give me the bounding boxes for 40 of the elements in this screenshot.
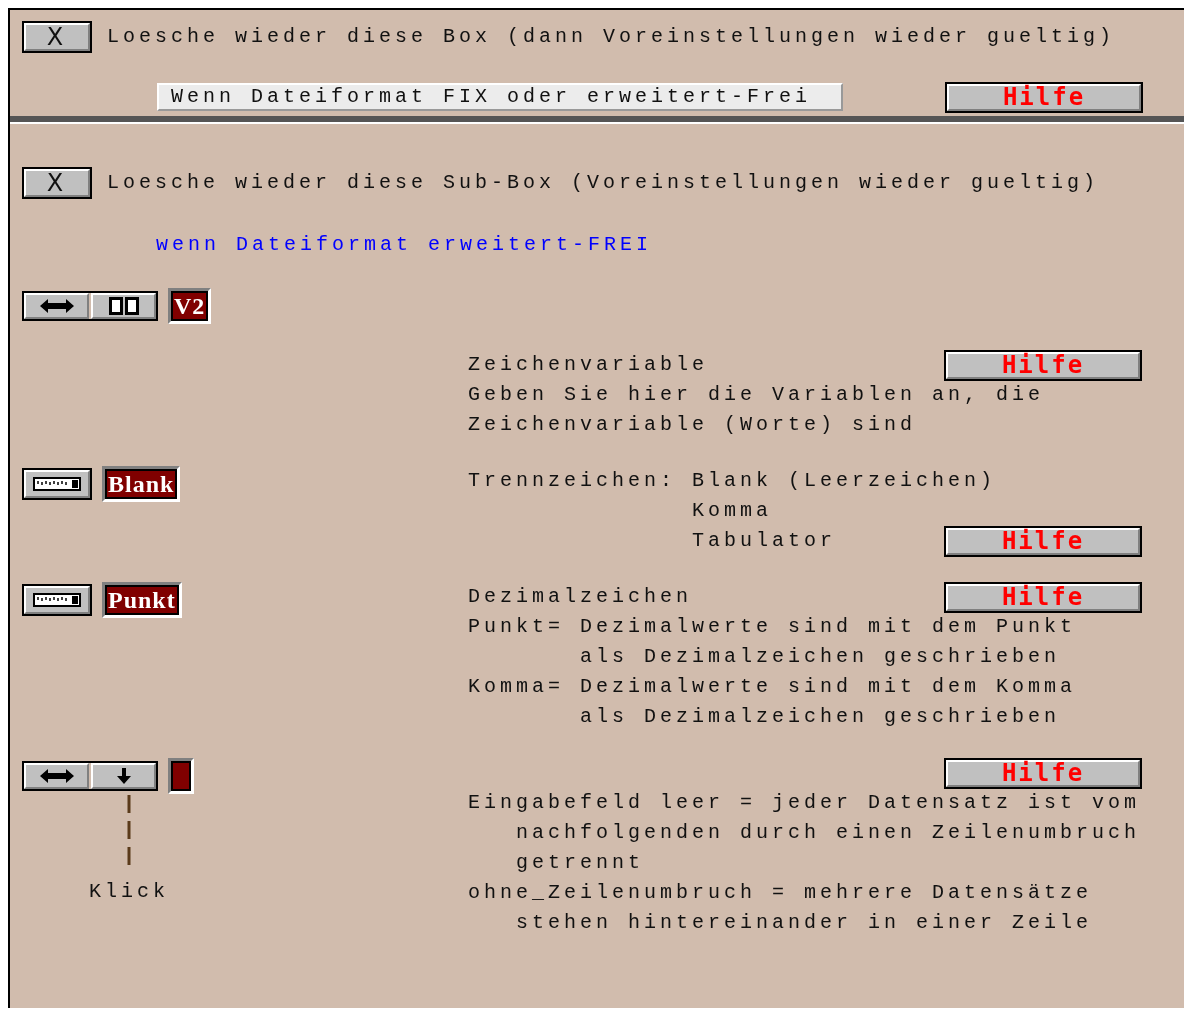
description-line: ohne_Zeilenumbruch = mehrere Datensätze — [468, 880, 1093, 906]
description-line: Komma — [691, 498, 773, 524]
description-line: stehen hintereinander in einer Zeile — [515, 910, 1093, 936]
description-line: Komma= Dezimalwerte sind mit dem Komma — [468, 674, 1077, 700]
description-line: Eingabefeld leer = jeder Datensatz ist vom — [468, 790, 1141, 816]
description-line: Punkt= Dezimalwerte sind mit dem Punkt — [468, 614, 1077, 640]
double-arrow-icon — [39, 299, 74, 313]
description-line: als Dezimalzeichen geschrieben — [579, 644, 1061, 670]
double-arrow-icon — [39, 769, 74, 783]
ruler-icon — [33, 477, 81, 491]
list-button[interactable] — [24, 586, 90, 614]
value-field[interactable]: Blank — [102, 466, 181, 502]
click-label: Klick — [89, 879, 169, 905]
description-line: Trennzeichen: Blank (Leerzeichen) — [468, 468, 997, 494]
description-line: Geben Sie hier die Variablen an, die — [468, 382, 1045, 408]
description-line: getrennt — [515, 850, 645, 876]
description-line: Zeichenvariable (Worte) sind — [468, 412, 917, 438]
toggle-button[interactable] — [24, 293, 89, 319]
sub-box-title: Loesche wieder diese Sub-Box (Voreinstellungen wieder gueltig) — [107, 170, 1100, 196]
toggle-button[interactable] — [24, 763, 89, 789]
down-arrow-icon — [116, 768, 131, 784]
description-line: Zeichenvariable — [468, 352, 709, 378]
description-line: als Dezimalzeichen geschrieben — [579, 704, 1061, 730]
value-field[interactable]: V2 — [168, 288, 212, 324]
close-button[interactable]: X — [24, 169, 90, 197]
sub-box-condition: wenn Dateiformat erweitert-FREI — [156, 232, 653, 258]
box-title: Loesche wieder diese Box (dann Voreinstellungen wieder gueltig) — [107, 24, 1116, 50]
condition-label: Wenn Dateiformat FIX oder erweitert-Frei — [157, 83, 843, 111]
toggle-button[interactable] — [91, 293, 156, 319]
ruler-icon — [33, 593, 81, 607]
close-button[interactable]: X — [24, 23, 90, 51]
toggle-button[interactable] — [91, 763, 156, 789]
description-line: Dezimalzeichen — [468, 584, 693, 610]
value-field[interactable] — [168, 758, 194, 794]
value-field[interactable]: Punkt — [102, 582, 182, 618]
list-button[interactable] — [24, 470, 90, 498]
leader-line — [127, 795, 131, 865]
description-line: Tabulator — [691, 528, 837, 554]
columns-icon — [108, 297, 139, 315]
description-line: nachfolgenden durch einen Zeilenumbruch — [515, 820, 1141, 846]
